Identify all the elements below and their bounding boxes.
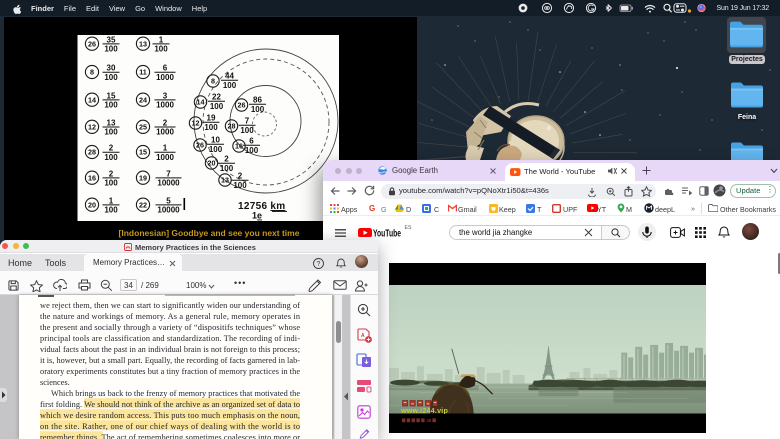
svg-text:22: 22 <box>212 93 221 102</box>
svg-text:100: 100 <box>104 153 118 162</box>
svg-text:14: 14 <box>88 95 96 104</box>
svg-text:100: 100 <box>209 145 223 154</box>
svg-text:28: 28 <box>88 148 96 157</box>
svg-text:10: 10 <box>211 136 220 145</box>
svg-text:1: 1 <box>163 144 168 153</box>
svg-text:100: 100 <box>251 105 265 114</box>
svg-text:13: 13 <box>139 39 147 48</box>
svg-text:1000: 1000 <box>156 128 174 137</box>
svg-text:86: 86 <box>253 96 262 105</box>
svg-text:3: 3 <box>163 91 168 100</box>
svg-text:100: 100 <box>104 128 118 137</box>
svg-text:100: 100 <box>210 102 224 111</box>
svg-text:14: 14 <box>197 98 205 107</box>
svg-text:2: 2 <box>109 144 114 153</box>
svg-text:1: 1 <box>109 196 114 205</box>
svg-text:8: 8 <box>90 68 94 77</box>
svg-text:100: 100 <box>104 45 118 54</box>
svg-text:sciences.: sciences. <box>40 378 70 387</box>
svg-text:www.i244.vip: www.i244.vip <box>400 408 449 414</box>
svg-text:2: 2 <box>224 155 229 164</box>
svg-text:1000: 1000 <box>156 153 174 162</box>
svg-text:1: 1 <box>159 35 164 44</box>
svg-text:1000: 1000 <box>156 73 174 82</box>
svg-text:26: 26 <box>196 141 204 150</box>
svg-text:16: 16 <box>88 173 96 182</box>
svg-text:8: 8 <box>211 77 215 86</box>
svg-text:15: 15 <box>139 148 147 157</box>
svg-text:YouTube: YouTube <box>373 228 401 239</box>
svg-text:7: 7 <box>166 169 171 178</box>
svg-text:7: 7 <box>245 117 250 126</box>
svg-text:10000: 10000 <box>157 206 180 215</box>
svg-text:20: 20 <box>88 200 96 209</box>
svg-text:22: 22 <box>139 200 147 209</box>
svg-text:100: 100 <box>104 73 118 82</box>
svg-text:30: 30 <box>107 64 116 73</box>
svg-text:19: 19 <box>139 173 147 182</box>
svg-text:6: 6 <box>163 64 168 73</box>
svg-text:100: 100 <box>240 126 254 135</box>
svg-text:12: 12 <box>192 119 200 128</box>
svg-text:25: 25 <box>139 122 147 131</box>
svg-text:11: 11 <box>139 68 147 77</box>
svg-text:19: 19 <box>207 114 216 123</box>
svg-text:2: 2 <box>238 172 243 181</box>
svg-text:the nature and workings of mem: the nature and workings of memory. As a … <box>40 312 301 321</box>
svg-text:15: 15 <box>107 91 116 100</box>
svg-text:13: 13 <box>107 119 116 128</box>
svg-text:it is, however, but a small pa: it is, however, but a small part. Equall… <box>40 356 300 365</box>
svg-text:100: 100 <box>104 101 118 110</box>
svg-text:16: 16 <box>235 142 243 151</box>
svg-text:remember things. The act of re: remember things. The act of remembering … <box>40 433 300 439</box>
svg-text:principal tools are classifica: principal tools are classification and s… <box>40 334 300 343</box>
svg-text:100: 100 <box>104 206 118 215</box>
svg-text:100: 100 <box>204 123 218 132</box>
svg-text:100: 100 <box>104 179 118 188</box>
svg-text:1000: 1000 <box>156 101 174 110</box>
svg-text:12: 12 <box>88 122 96 131</box>
svg-text:the present and socially throu: the present and socially through a varie… <box>40 323 300 332</box>
svg-text:6: 6 <box>249 137 254 146</box>
svg-text:2: 2 <box>163 119 168 128</box>
svg-text:10000: 10000 <box>157 179 180 188</box>
svg-text:28: 28 <box>228 122 236 131</box>
svg-text:24: 24 <box>139 95 147 104</box>
svg-text:100: 100 <box>220 164 234 173</box>
svg-text:oratory experiments constitute: oratory experiments constitutes but a ti… <box>40 367 300 376</box>
svg-text:100: 100 <box>233 181 247 190</box>
svg-text:38: 38 <box>426 418 432 423</box>
svg-text:35: 35 <box>107 35 116 44</box>
svg-text:Which brings us back to the fr: Which brings us back to the frenzy of me… <box>51 389 300 398</box>
svg-text:1e: 1e <box>252 211 262 221</box>
svg-text:vidual facts about the past in: vidual facts about the past in an indivi… <box>40 345 300 354</box>
svg-text:first folding. We should not t: first folding. We should not think of th… <box>40 400 300 409</box>
svg-text:100: 100 <box>154 45 168 54</box>
svg-text:100: 100 <box>223 81 237 90</box>
svg-text:26: 26 <box>88 39 96 48</box>
svg-text:on the site. Rather, one of ou: on the site. Rather, one of our chief wa… <box>40 422 300 431</box>
svg-text:44: 44 <box>225 72 234 81</box>
svg-text:we reject them, then we can st: we reject them, then we can start to sig… <box>40 301 300 310</box>
svg-text:26: 26 <box>238 101 246 110</box>
svg-text:2: 2 <box>109 169 114 178</box>
svg-text:5: 5 <box>166 196 171 205</box>
svg-text:100: 100 <box>245 146 259 155</box>
svg-text:20: 20 <box>208 159 216 168</box>
svg-text:13: 13 <box>221 176 229 185</box>
svg-text:A: A <box>361 333 365 339</box>
svg-text:which we desire random access.: which we desire random access. This puts… <box>40 411 300 420</box>
